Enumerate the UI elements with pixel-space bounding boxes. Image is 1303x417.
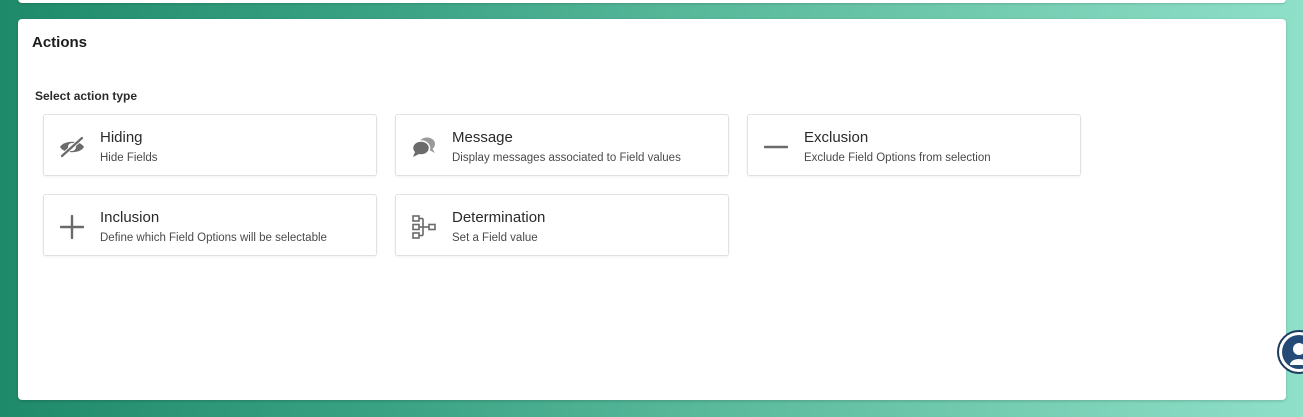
action-type-description: Hide Fields xyxy=(100,152,158,164)
minus-icon xyxy=(762,133,790,161)
action-type-title: Hiding xyxy=(100,129,143,146)
action-type-description: Set a Field value xyxy=(452,232,538,244)
action-type-title: Exclusion xyxy=(804,129,869,146)
action-type-determination[interactable]: Determination Set a Field value xyxy=(395,194,729,256)
action-type-title: Message xyxy=(452,129,513,146)
chat-bubbles-icon xyxy=(410,133,438,161)
hierarchy-icon xyxy=(410,213,438,241)
action-type-description: Define which Field Options will be selec… xyxy=(100,232,327,244)
plus-icon xyxy=(58,213,86,241)
action-type-inclusion[interactable]: Inclusion Define which Field Options wil… xyxy=(43,194,377,256)
action-type-title: Inclusion xyxy=(100,209,160,226)
eye-slash-icon xyxy=(58,133,86,161)
select-action-type-label: Select action type xyxy=(35,89,138,103)
action-type-description: Display messages associated to Field val… xyxy=(452,152,681,164)
action-type-message[interactable]: Message Display messages associated to F… xyxy=(395,114,729,176)
actions-panel: Actions Select action type Hiding Hide F… xyxy=(18,19,1286,400)
previous-section-card xyxy=(18,0,1286,3)
action-type-title: Determination xyxy=(452,209,546,226)
action-type-hiding[interactable]: Hiding Hide Fields xyxy=(43,114,377,176)
panel-title: Actions xyxy=(32,34,88,51)
action-type-exclusion[interactable]: Exclusion Exclude Field Options from sel… xyxy=(747,114,1081,176)
action-type-description: Exclude Field Options from selection xyxy=(804,152,991,164)
assistant-avatar-icon xyxy=(1282,335,1303,369)
